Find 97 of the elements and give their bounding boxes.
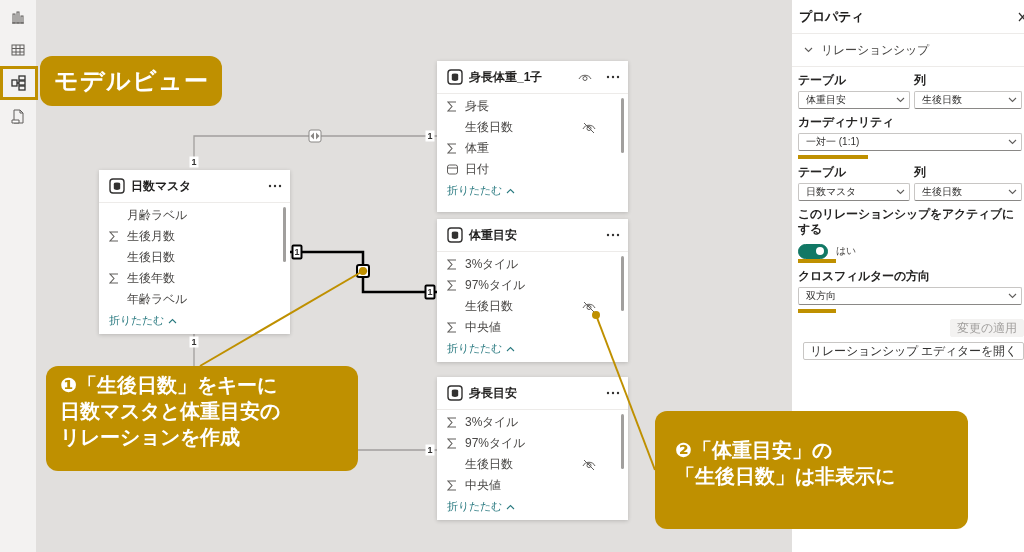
more-icon[interactable] — [606, 75, 620, 79]
field-name: 97%タイル — [465, 277, 526, 294]
database-icon — [447, 69, 463, 85]
field-name: 生後年数 — [127, 270, 175, 287]
field-name: 体重 — [465, 140, 489, 157]
field-name: 中央値 — [465, 477, 501, 494]
field-name: 生後日数 — [127, 249, 175, 266]
chevron-up-icon — [506, 345, 515, 352]
sum-icon — [447, 322, 457, 333]
field-label: テーブル — [798, 165, 847, 180]
field-name: 生後日数 — [465, 298, 513, 315]
cardinality-label: 1 — [424, 284, 436, 300]
field-label: テーブル — [798, 73, 847, 88]
label-text: モデルビュー — [53, 66, 209, 97]
field-name: 3%タイル — [465, 256, 519, 273]
relationship-line[interactable] — [290, 250, 437, 294]
field-label: 列 — [914, 73, 927, 88]
collapse-link[interactable]: 折りたたむ — [109, 313, 177, 328]
sum-icon — [447, 143, 457, 154]
section-header[interactable]: リレーションシップ — [792, 34, 1024, 67]
chevron-up-icon — [168, 317, 177, 324]
scrollbar — [621, 98, 624, 153]
field-name: 生後日数 — [465, 119, 513, 136]
cardinality-label: 1 — [425, 444, 435, 456]
more-icon[interactable] — [268, 184, 282, 188]
field-label: 列 — [914, 165, 927, 180]
scrollbar — [621, 256, 624, 311]
sum-icon — [447, 417, 457, 428]
chevron-down-icon — [896, 97, 905, 103]
dropdown[interactable]: 双方向 — [798, 287, 1022, 305]
sum-icon — [447, 280, 457, 291]
cardinality-label: 1 — [291, 244, 303, 260]
dropdown[interactable]: 体重目安 — [798, 91, 910, 109]
table-title: 身長目安 — [469, 384, 518, 402]
collapse-link[interactable]: 折りたたむ — [447, 341, 515, 356]
sum-icon — [447, 259, 457, 270]
collapse-link[interactable]: 折りたたむ — [447, 499, 515, 514]
chevron-up-icon — [506, 187, 515, 194]
field-label: このリレーションシップをアクティブにする — [798, 207, 1015, 237]
sum-icon — [447, 438, 457, 449]
field-name: 身長 — [465, 98, 489, 115]
toggle-label: はい — [836, 244, 856, 258]
dropdown[interactable]: 一対一 (1:1) — [798, 133, 1022, 151]
chevron-down-icon — [1008, 293, 1017, 299]
model-icon[interactable] — [11, 75, 27, 91]
more-icon[interactable] — [606, 391, 620, 395]
table-title: 身長体重_1子 — [469, 68, 544, 86]
chevron-down-icon — [896, 189, 905, 195]
database-icon — [109, 178, 125, 194]
button[interactable]: リレーションシップ エディターを開く — [802, 342, 1024, 360]
dropdown[interactable]: 日数マスタ — [798, 183, 910, 201]
eye-slash-icon[interactable] — [582, 458, 596, 471]
eye-icon[interactable] — [578, 72, 592, 82]
chevron-down-icon — [1008, 97, 1017, 103]
calendar-icon — [447, 164, 458, 175]
field-name: 3%タイル — [465, 414, 519, 431]
bar-chart-icon[interactable] — [11, 9, 25, 24]
field-name: 日付 — [465, 161, 489, 178]
field-name: 97%タイル — [465, 435, 526, 452]
close-icon[interactable] — [1016, 11, 1024, 22]
chevron-down-icon — [1008, 189, 1017, 195]
sum-icon — [109, 231, 119, 242]
table-title: 体重目安 — [469, 226, 518, 244]
eye-slash-icon[interactable] — [582, 121, 596, 134]
chevron-down-icon — [1008, 139, 1017, 145]
dropdown[interactable]: 生後日数 — [914, 183, 1022, 201]
field-name: 生後日数 — [465, 456, 513, 473]
sum-icon — [447, 101, 457, 112]
cardinality-label: 1 — [425, 130, 435, 142]
database-icon — [447, 385, 463, 401]
callout-text: ❶「生後日数」をキーに 日数マスタと体重目安の リレーションを作成 — [60, 373, 281, 450]
field-name: 中央値 — [465, 319, 501, 336]
view-button[interactable] — [0, 66, 38, 100]
table-icon[interactable] — [11, 42, 25, 57]
cardinality-label: 1 — [189, 336, 199, 348]
field-label: クロスフィルターの方向 — [798, 269, 931, 284]
scrollbar — [283, 207, 286, 262]
field-name: 生後月数 — [127, 228, 175, 245]
toggle-switch[interactable] — [798, 243, 828, 259]
field-name: 年齢ラベル — [127, 291, 187, 308]
callout-text: ❷「体重目安」の 「生後日数」は非表示に — [675, 438, 896, 489]
collapse-link[interactable]: 折りたたむ — [447, 183, 515, 198]
cardinality-label: 1 — [189, 156, 199, 168]
field-name: 月齢ラベル — [127, 207, 187, 224]
panel-title: プロパティ — [799, 7, 864, 26]
chevron-up-icon — [506, 503, 515, 510]
database-icon — [447, 227, 463, 243]
eye-slash-icon[interactable] — [582, 300, 596, 313]
more-icon[interactable] — [606, 233, 620, 237]
field-label: カーディナリティ — [798, 115, 895, 130]
chevron-down-icon — [804, 47, 813, 53]
sum-icon — [109, 273, 119, 284]
scrollbar — [621, 414, 624, 469]
document-icon[interactable] — [11, 108, 25, 125]
sum-icon — [447, 480, 457, 491]
dropdown[interactable]: 生後日数 — [914, 91, 1022, 109]
table-title: 日数マスタ — [131, 177, 192, 195]
